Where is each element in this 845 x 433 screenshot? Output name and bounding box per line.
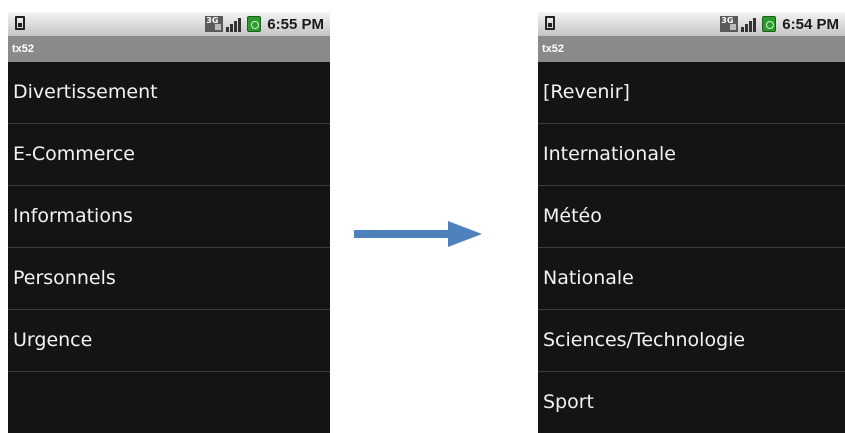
- battery-icon: [247, 16, 262, 32]
- list-item-e-commerce[interactable]: E-Commerce: [8, 124, 330, 186]
- status-bar: 3G 6:55 PM: [8, 12, 330, 36]
- list-item-sciences-technologie[interactable]: Sciences/Technologie: [538, 310, 845, 372]
- 3g-icon: 3G: [720, 16, 739, 32]
- list-item-meteo[interactable]: Météo: [538, 186, 845, 248]
- status-clock: 6:55 PM: [267, 15, 324, 33]
- status-clock: 6:54 PM: [782, 15, 839, 33]
- app-title: tx52: [8, 36, 330, 62]
- list-item-personnels[interactable]: Personnels: [8, 248, 330, 310]
- app-title: tx52: [538, 36, 845, 62]
- list-item-nationale[interactable]: Nationale: [538, 248, 845, 310]
- sim-card-icon: [545, 16, 555, 30]
- subcategory-list: [Revenir] Internationale Météo Nationale…: [538, 62, 845, 433]
- phone-screen-right: 3G 6:54 PM tx52 [Revenir] Internationale…: [538, 12, 845, 433]
- list-item-informations[interactable]: Informations: [8, 186, 330, 248]
- battery-icon: [762, 16, 777, 32]
- signal-icon: [226, 16, 244, 32]
- category-list: Divertissement E-Commerce Informations P…: [8, 62, 330, 372]
- status-bar: 3G 6:54 PM: [538, 12, 845, 36]
- arrow-right-icon: [354, 221, 482, 247]
- list-item-urgence[interactable]: Urgence: [8, 310, 330, 372]
- sim-card-icon: [15, 16, 25, 30]
- list-item-divertissement[interactable]: Divertissement: [8, 62, 330, 124]
- phone-screen-left: 3G 6:55 PM tx52 Divertissement E-Commerc…: [8, 12, 330, 433]
- signal-icon: [741, 16, 759, 32]
- list-item-sport[interactable]: Sport: [538, 372, 845, 433]
- list-item-revenir[interactable]: [Revenir]: [538, 62, 845, 124]
- list-item-internationale[interactable]: Internationale: [538, 124, 845, 186]
- 3g-icon: 3G: [205, 16, 224, 32]
